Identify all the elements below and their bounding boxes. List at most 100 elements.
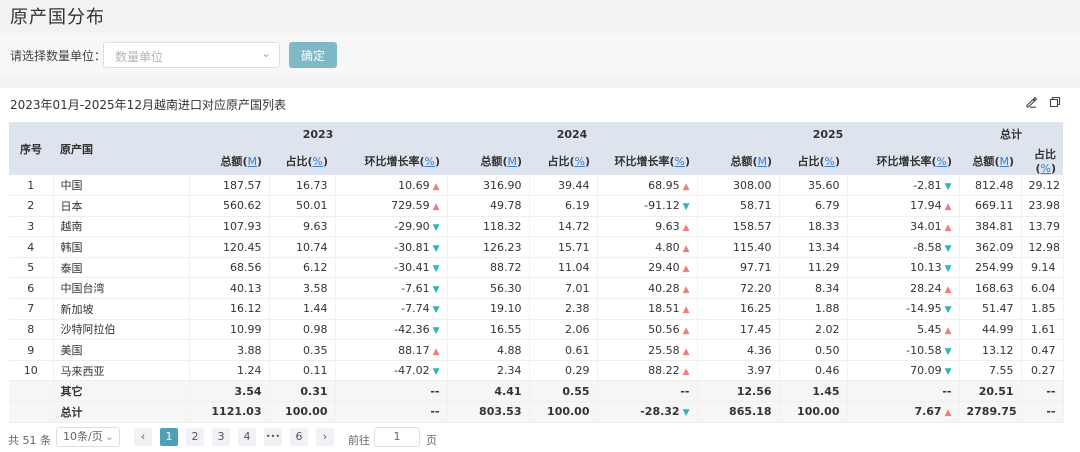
- amount-y25: 3.97: [697, 360, 780, 382]
- col-amount-2025-unit-link[interactable]: M: [757, 155, 767, 168]
- col-amount-2023-label: 总额: [220, 154, 243, 168]
- amount-total: 669.11: [959, 195, 1022, 217]
- amount-y24: 2.34: [447, 360, 530, 382]
- total-count: 共 51 条: [8, 434, 51, 447]
- page-button-1[interactable]: 1: [160, 428, 178, 446]
- growth-y25-value: -14.95: [906, 302, 942, 316]
- triangle-down-icon: ▼: [432, 284, 440, 295]
- growth-y24-value: --: [680, 384, 690, 398]
- amount-y24: 126.23: [447, 236, 530, 258]
- row-label: 总计: [53, 401, 190, 423]
- paren-close: ): [322, 154, 328, 168]
- row-country: 沙特阿拉伯: [53, 319, 190, 341]
- unit-select[interactable]: 数量单位 ⌄: [103, 42, 280, 68]
- col-growth-2024-unit-link[interactable]: %: [675, 155, 685, 168]
- row-country: 中国台湾: [53, 277, 190, 300]
- amount-y23: 68.56: [189, 257, 270, 279]
- chevron-down-icon: ⌄: [260, 46, 271, 60]
- amount-y25: 308.00: [697, 175, 780, 197]
- triangle-down-icon: ▼: [944, 181, 952, 192]
- confirm-button[interactable]: 确定: [289, 42, 337, 68]
- paren-close: ): [684, 154, 690, 168]
- growth-y25: -2.81 ▼: [847, 175, 960, 197]
- col-share-2024: 占比(%): [529, 146, 597, 175]
- page-size-select[interactable]: 10条/页 ⌄: [56, 427, 120, 447]
- table-row: 10 马来西亚 1.24 0.11 -47.02 ▼ 2.34 0.29 88.22 ▲ 3.97 0…: [9, 360, 1064, 382]
- prev-page-button[interactable]: ‹: [134, 428, 152, 446]
- goto-page-input[interactable]: 1: [374, 427, 420, 447]
- amount-total: 51.47: [959, 298, 1022, 320]
- summary-row: 其它 3.54 0.31 -- 4.41 0.55 -- 12.56 1.45 -- 20.51 --: [9, 380, 1064, 403]
- amount-total: 812.48: [959, 175, 1022, 197]
- amount-y23: 3.88: [189, 339, 270, 361]
- growth-y24-value: 18.51: [648, 302, 680, 316]
- growth-y23: -7.61 ▼: [335, 277, 448, 300]
- amount-y24: 4.88: [447, 339, 530, 361]
- unit-filter-label: 请选择数量单位：: [10, 49, 107, 63]
- amount-y25: 865.18: [697, 401, 780, 423]
- growth-y25-value: -2.81: [913, 178, 942, 192]
- growth-y25-value: --: [942, 384, 952, 398]
- col-growth-2023-unit-link[interactable]: %: [425, 155, 435, 168]
- paren-close: ): [946, 154, 952, 168]
- share-y24: 39.44: [529, 175, 598, 197]
- col-growth-2025-unit-link[interactable]: %: [937, 155, 947, 168]
- triangle-down-icon: ▼: [432, 264, 440, 275]
- share-total: 1.85: [1021, 298, 1064, 320]
- growth-y23: 10.69 ▲: [335, 175, 448, 197]
- share-y23: 50.01: [269, 195, 336, 217]
- amount-y25: 97.71: [697, 257, 780, 279]
- table-row: 3 越南 107.93 9.63 -29.90 ▼ 118.32 14.72 9.63 ▲ 158.…: [9, 216, 1064, 238]
- row-index: 4: [9, 236, 54, 258]
- row-index: [9, 380, 54, 403]
- share-total: 12.98: [1021, 236, 1064, 258]
- share-y24: 11.04: [529, 257, 598, 279]
- share-y24: 14.72: [529, 216, 598, 238]
- triangle-down-icon: ▼: [432, 325, 440, 336]
- amount-y23: 1.24: [189, 360, 270, 382]
- page-button-4[interactable]: 4: [238, 428, 256, 446]
- next-page-button[interactable]: ›: [316, 428, 334, 446]
- triangle-down-icon: ▼: [944, 305, 952, 316]
- triangle-down-icon: ▼: [432, 243, 440, 254]
- col-amount-total-unit-link[interactable]: M: [999, 155, 1009, 168]
- triangle-up-icon: ▲: [944, 325, 952, 336]
- growth-y24: 4.80 ▲: [597, 236, 698, 258]
- growth-y24-value: 68.95: [648, 178, 680, 192]
- more-pages-ellipsis[interactable]: •••: [264, 428, 282, 446]
- growth-y25-value: 7.67: [914, 405, 942, 419]
- pagination: 共 51 条 10条/页 ⌄ ‹ 1 2 3 4 ••• 6 › 前往 1 页: [0, 425, 1080, 451]
- copy-icon[interactable]: [1046, 96, 1064, 114]
- table-row: 2 日本 560.62 50.01 729.59 ▲ 49.78 6.19 -91.12 ▼ 58.…: [9, 195, 1064, 217]
- col-share-2023-unit-link[interactable]: %: [313, 155, 323, 168]
- amount-y23: 560.62: [189, 195, 270, 217]
- col-amount-2024: 总额(M): [447, 146, 529, 175]
- col-share-total-unit-link[interactable]: %: [1041, 162, 1051, 175]
- triangle-up-icon: ▲: [432, 346, 440, 357]
- col-amount-2023-unit-link[interactable]: M: [247, 155, 257, 168]
- share-y23: 100.00: [269, 401, 336, 423]
- col-country: 原产国: [53, 122, 189, 175]
- col-amount-2025: 总额(M): [697, 146, 779, 175]
- table-row: 4 韩国 120.45 10.74 -30.81 ▼ 126.23 15.71 4.80 ▲ 115…: [9, 236, 1064, 258]
- col-share-2024-unit-link[interactable]: %: [575, 155, 585, 168]
- row-country: 越南: [53, 216, 190, 238]
- share-total: 1.61: [1021, 319, 1064, 341]
- edit-icon[interactable]: [1022, 96, 1040, 114]
- triangle-down-icon: ▼: [682, 408, 690, 419]
- col-share-2025-unit-link[interactable]: %: [825, 155, 835, 168]
- page-button-3[interactable]: 3: [212, 428, 230, 446]
- page-button-6[interactable]: 6: [290, 428, 308, 446]
- page-button-2[interactable]: 2: [186, 428, 204, 446]
- amount-y24: 88.72: [447, 257, 530, 279]
- triangle-down-icon: ▼: [944, 367, 952, 378]
- paren-close: ): [1008, 154, 1014, 168]
- share-total: 6.04: [1021, 277, 1064, 300]
- growth-y23-value: -30.41: [394, 261, 430, 275]
- growth-y25: 10.13 ▼: [847, 257, 960, 279]
- col-share-total: 占比(%): [1021, 146, 1063, 175]
- col-amount-2024-unit-link[interactable]: M: [507, 155, 517, 168]
- growth-y23: -47.02 ▼: [335, 360, 448, 382]
- filter-bar: 请选择数量单位： 数量单位 ⌄ 确定: [0, 33, 1080, 77]
- growth-y23-value: -47.02: [394, 364, 430, 378]
